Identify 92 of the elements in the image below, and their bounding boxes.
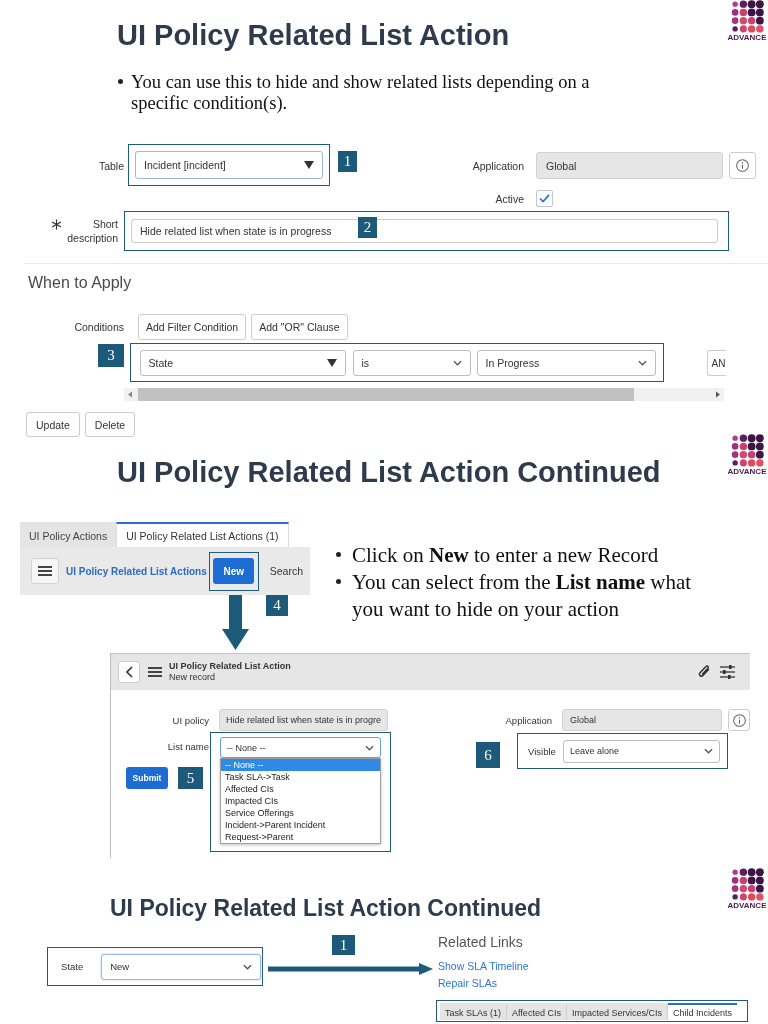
form-subtitle: New record: [169, 672, 215, 683]
dropdown-triangle-icon: [304, 161, 314, 169]
menu-icon: [148, 667, 162, 677]
horizontal-scrollbar[interactable]: [124, 388, 724, 401]
info-button[interactable]: [728, 709, 750, 731]
scrollbar-thumb[interactable]: [138, 388, 634, 401]
section-heading: When to Apply: [28, 273, 132, 293]
dot-grid-logo-icon: [730, 434, 764, 467]
step-number: 4: [266, 595, 288, 616]
menu-button[interactable]: [31, 558, 59, 584]
visible-select[interactable]: Leave alone: [563, 739, 720, 763]
application-field[interactable]: Global: [562, 709, 722, 731]
related-links-heading: Related Links: [438, 934, 523, 950]
new-button[interactable]: New: [213, 558, 255, 584]
bullet-icon: [336, 552, 341, 557]
logo-text: ADVANCE: [727, 467, 767, 476]
list-title-link[interactable]: UI Policy Related List Actions: [66, 565, 207, 577]
condition-button[interactable]: Add "OR" Clause: [251, 314, 348, 340]
back-button[interactable]: [118, 661, 140, 683]
step-number: 1: [332, 935, 355, 955]
dot-grid-logo-icon: [730, 0, 764, 33]
field-label: State: [61, 961, 84, 972]
tab[interactable]: UI Policy Actions: [20, 522, 117, 547]
step-number: 5: [178, 767, 203, 789]
checkmark-icon: [539, 194, 550, 203]
bullet-icon: [118, 79, 123, 84]
field-select[interactable]: State: [139, 349, 346, 376]
chevron-left-icon: [125, 666, 133, 678]
action-button[interactable]: Delete: [84, 412, 136, 437]
form-title: UI Policy Related List Action: [169, 661, 291, 672]
chevron-down-icon: [243, 963, 253, 970]
related-link[interactable]: Repair SLAs: [438, 975, 497, 992]
search-menu[interactable]: Search: [269, 565, 304, 577]
slide-title: UI Policy Related List Action Continued: [110, 894, 542, 922]
bullet-text: You can use this to hide and show related lists depending on a specific condition(s).: [131, 72, 591, 114]
step-number: 2: [358, 217, 377, 238]
bullet-icon: [336, 579, 341, 584]
list-name-select[interactable]: -- None --: [220, 737, 381, 758]
related-link[interactable]: Show SLA Timeline: [438, 958, 529, 975]
bullet-text: Click on New to enter a new Record: [352, 542, 660, 569]
menu-icon: [38, 566, 52, 576]
chevron-down-icon: [452, 359, 462, 366]
info-icon: [736, 159, 749, 172]
application-field[interactable]: Global: [536, 152, 723, 179]
step-number: 1: [338, 151, 357, 172]
ui-policy-field[interactable]: Hide related list when state is in progre: [219, 709, 389, 731]
dropdown-option[interactable]: Service Offerings: [221, 807, 380, 819]
and-button[interactable]: AN: [706, 350, 726, 376]
value-select[interactable]: In Progress: [476, 349, 656, 376]
info-icon: [732, 713, 746, 727]
tab[interactable]: Impacted Services/CIs: [566, 1003, 668, 1020]
field-label: Table: [98, 159, 124, 172]
dropdown-option[interactable]: -- None --: [221, 759, 380, 771]
dropdown-select[interactable]: New: [101, 953, 262, 980]
dropdown-triangle-icon: [326, 358, 337, 367]
paperclip-icon[interactable]: [697, 664, 711, 680]
field-label: Application: [472, 159, 524, 172]
chevron-down-icon: [365, 744, 374, 751]
dropdown-option[interactable]: Request->Parent: [221, 831, 380, 843]
dropdown-option[interactable]: Affected CIs: [221, 783, 380, 795]
dropdown-option[interactable]: Incident->Parent Incident: [221, 819, 380, 831]
tab[interactable]: UI Policy Related List Actions (1): [116, 522, 289, 547]
field-label: Conditions: [74, 321, 124, 333]
field-label: List name: [167, 741, 209, 752]
submit-button[interactable]: Submit: [126, 767, 168, 789]
chevron-down-icon: [637, 359, 647, 366]
down-arrow: [222, 595, 249, 650]
condition-button[interactable]: Add Filter Condition: [138, 314, 247, 340]
table-select[interactable]: Incident [incident]: [135, 151, 323, 179]
operator-select[interactable]: is: [352, 349, 471, 376]
dot-grid-logo-icon: [730, 868, 764, 901]
step-number: 3: [98, 344, 124, 367]
logo-text: ADVANCE: [727, 901, 767, 910]
tab[interactable]: Task SLAs (1): [440, 1003, 508, 1020]
field-label: Application: [505, 714, 552, 726]
dropdown-option[interactable]: Impacted CIs: [221, 795, 380, 807]
tab[interactable]: Affected CIs: [507, 1003, 567, 1020]
slide-title: UI Policy Related List Action: [117, 18, 510, 53]
logo-text: ADVANCE: [727, 33, 767, 42]
step-number: 6: [476, 742, 500, 768]
field-label: Short description: [67, 217, 118, 245]
active-checkbox[interactable]: [536, 190, 553, 207]
field-label: Active: [495, 192, 524, 205]
chevron-down-icon: [704, 748, 713, 754]
bullet-text: You can select from the List name what you want to hide on your action: [352, 569, 693, 623]
field-label: UI policy: [172, 714, 209, 726]
field-label: Visible: [528, 745, 557, 757]
action-button[interactable]: Update: [26, 412, 80, 437]
info-button[interactable]: [729, 152, 756, 179]
dropdown-option[interactable]: Task SLA->Task: [221, 771, 380, 783]
slide-title: UI Policy Related List Action Continued: [117, 455, 661, 490]
sliders-icon[interactable]: [720, 665, 735, 679]
